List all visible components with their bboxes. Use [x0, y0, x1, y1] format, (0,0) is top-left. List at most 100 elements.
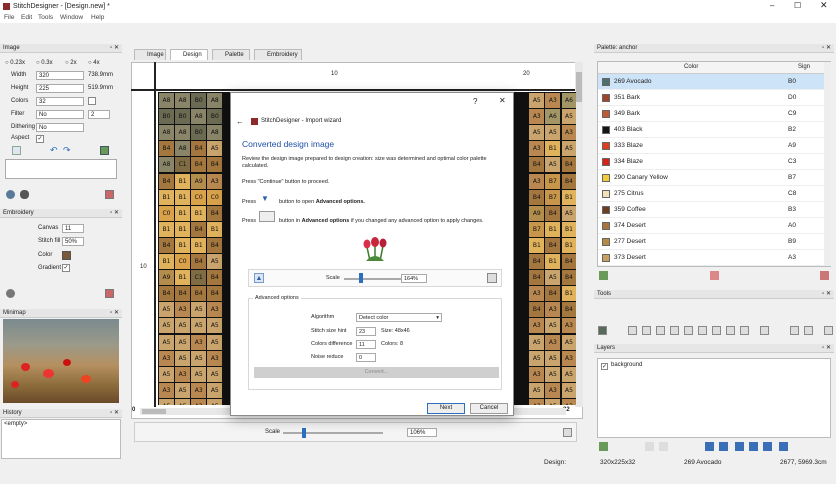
- redo-icon[interactable]: ↷: [63, 146, 72, 155]
- stitch-cell[interactable]: A3: [159, 350, 174, 366]
- stitch-cell[interactable]: A5: [207, 141, 223, 157]
- layer-item[interactable]: background: [611, 361, 642, 370]
- gear-icon[interactable]: [6, 289, 15, 298]
- eyedropper-icon[interactable]: [740, 326, 749, 335]
- palette-row[interactable]: 277 Desert B9: [598, 234, 824, 250]
- palette-edit-icon[interactable]: [710, 271, 719, 280]
- stitch-cell[interactable]: B1: [529, 237, 545, 253]
- colors-checkbox[interactable]: [88, 97, 96, 105]
- stitch-cell[interactable]: B0: [191, 93, 207, 108]
- layer-down-icon[interactable]: [779, 442, 788, 451]
- scale-slider-thumb[interactable]: [302, 428, 306, 438]
- stitch-cell[interactable]: B0: [207, 109, 223, 125]
- filter-num-input[interactable]: 2: [88, 110, 110, 119]
- stitch-cell[interactable]: C0: [175, 254, 191, 269]
- stitch-cell[interactable]: B4: [159, 286, 174, 302]
- pencil-icon[interactable]: [670, 326, 679, 335]
- stitch-cell[interactable]: A5: [545, 125, 561, 141]
- canvas-input[interactable]: 11: [62, 224, 84, 233]
- stitch-cell[interactable]: B4: [529, 189, 545, 205]
- tools-close-icon[interactable]: ▫ ✕: [822, 290, 831, 299]
- noise-input[interactable]: 0: [356, 353, 376, 362]
- stitch-cell[interactable]: A8: [175, 125, 191, 141]
- stitch-cell[interactable]: B4: [159, 237, 174, 253]
- stitch-cell[interactable]: B4: [159, 173, 174, 189]
- stitch-cell[interactable]: B1: [545, 141, 561, 157]
- fit-icon[interactable]: [563, 428, 572, 437]
- stitch-cell[interactable]: B4: [529, 302, 545, 318]
- stitch-cell[interactable]: B4: [159, 141, 174, 157]
- stitch-cell[interactable]: B4: [561, 270, 576, 286]
- stitch-cell[interactable]: A5: [175, 350, 191, 366]
- stitch-cell[interactable]: A5: [529, 334, 545, 350]
- stitch-cell[interactable]: B4: [545, 205, 561, 221]
- panel-close-icon[interactable]: ▫ ✕: [110, 44, 119, 53]
- stitch-cell[interactable]: B4: [529, 254, 545, 269]
- stitch-cell[interactable]: A5: [207, 334, 223, 350]
- select-icon[interactable]: [656, 326, 665, 335]
- stitch-cell[interactable]: A3: [191, 334, 207, 350]
- layer-up-icon[interactable]: [763, 442, 772, 451]
- stitch-cell[interactable]: A5: [207, 398, 223, 405]
- stitch-cell[interactable]: A3: [191, 398, 207, 405]
- stitch-cell[interactable]: B1: [545, 221, 561, 237]
- stitch-fill-input[interactable]: 50%: [62, 237, 84, 246]
- stitch-cell[interactable]: B1: [175, 237, 191, 253]
- stitch-cell[interactable]: B1: [545, 254, 561, 269]
- hscroll-thumb[interactable]: [142, 409, 166, 414]
- stitch-cell[interactable]: A3: [207, 350, 223, 366]
- stitch-cell[interactable]: A5: [545, 318, 561, 334]
- stitch-cell[interactable]: A3: [561, 350, 576, 366]
- colors-input[interactable]: 32: [36, 97, 84, 106]
- tab-palette[interactable]: Palette: [212, 49, 250, 60]
- stitch-cell[interactable]: A5: [159, 366, 174, 382]
- back-arrow-icon[interactable]: ←: [236, 117, 244, 126]
- stitch-cell[interactable]: A3: [529, 173, 545, 189]
- palette-add-icon[interactable]: [599, 271, 608, 280]
- palette-scrollbar[interactable]: [824, 62, 831, 266]
- stitch-cell[interactable]: A3: [529, 398, 545, 405]
- stitch-cell[interactable]: A5: [159, 318, 174, 334]
- zoom-radio-03[interactable]: ○ 0.3x: [36, 59, 53, 68]
- stitch-cell[interactable]: B4: [207, 237, 223, 253]
- stitch-cell[interactable]: A3: [545, 334, 561, 350]
- dithering-select[interactable]: No: [36, 123, 84, 132]
- stitch-cell[interactable]: B7: [529, 221, 545, 237]
- layer-visible-checkbox[interactable]: ✓: [601, 363, 608, 370]
- palette-row[interactable]: 374 Desert A0: [598, 218, 824, 234]
- stitch-cell[interactable]: B0: [191, 125, 207, 141]
- stitch-cell[interactable]: A3: [529, 366, 545, 382]
- magic-icon[interactable]: [804, 326, 813, 335]
- layers-close-icon[interactable]: ▫ ✕: [822, 344, 831, 353]
- layer-copy-icon[interactable]: [659, 442, 668, 451]
- stitch-cell[interactable]: A9: [529, 205, 545, 221]
- gradient-checkbox[interactable]: ✓: [62, 264, 70, 272]
- stitch-cell[interactable]: A3: [529, 318, 545, 334]
- palette-row[interactable]: 334 Blaze C3: [598, 154, 824, 170]
- minimize-icon[interactable]: –: [770, 1, 774, 10]
- grid-icon[interactable]: [760, 326, 769, 335]
- stitch-cell[interactable]: A3: [545, 382, 561, 398]
- stitch-cell[interactable]: A5: [529, 125, 545, 141]
- stitch-cell[interactable]: A9: [159, 270, 174, 286]
- stitch-cell[interactable]: B1: [175, 205, 191, 221]
- next-button[interactable]: Next: [427, 403, 465, 414]
- stitch-cell[interactable]: C0: [159, 205, 174, 221]
- eye-icon[interactable]: [20, 190, 29, 199]
- layer-save-icon[interactable]: [735, 442, 744, 451]
- layer-dup-icon[interactable]: [645, 442, 654, 451]
- stitch-cell[interactable]: B4: [191, 157, 207, 173]
- stitch-cell[interactable]: B1: [191, 237, 207, 253]
- color-swatch[interactable]: [62, 251, 71, 260]
- stitch-cell[interactable]: B4: [561, 254, 576, 269]
- stitch-cell[interactable]: A5: [207, 382, 223, 398]
- stitch-cell[interactable]: A6: [561, 93, 576, 108]
- circle-icon[interactable]: [642, 326, 651, 335]
- stitch-cell[interactable]: B1: [159, 254, 174, 269]
- stitch-cell[interactable]: B0: [159, 109, 174, 125]
- expand-icon[interactable]: [12, 146, 21, 155]
- palette-row[interactable]: 275 Citrus C8: [598, 186, 824, 202]
- stitch-cell[interactable]: A5: [545, 270, 561, 286]
- stitch-cell[interactable]: B4: [207, 270, 223, 286]
- embroidery-close-icon[interactable]: ▫ ✕: [110, 209, 119, 218]
